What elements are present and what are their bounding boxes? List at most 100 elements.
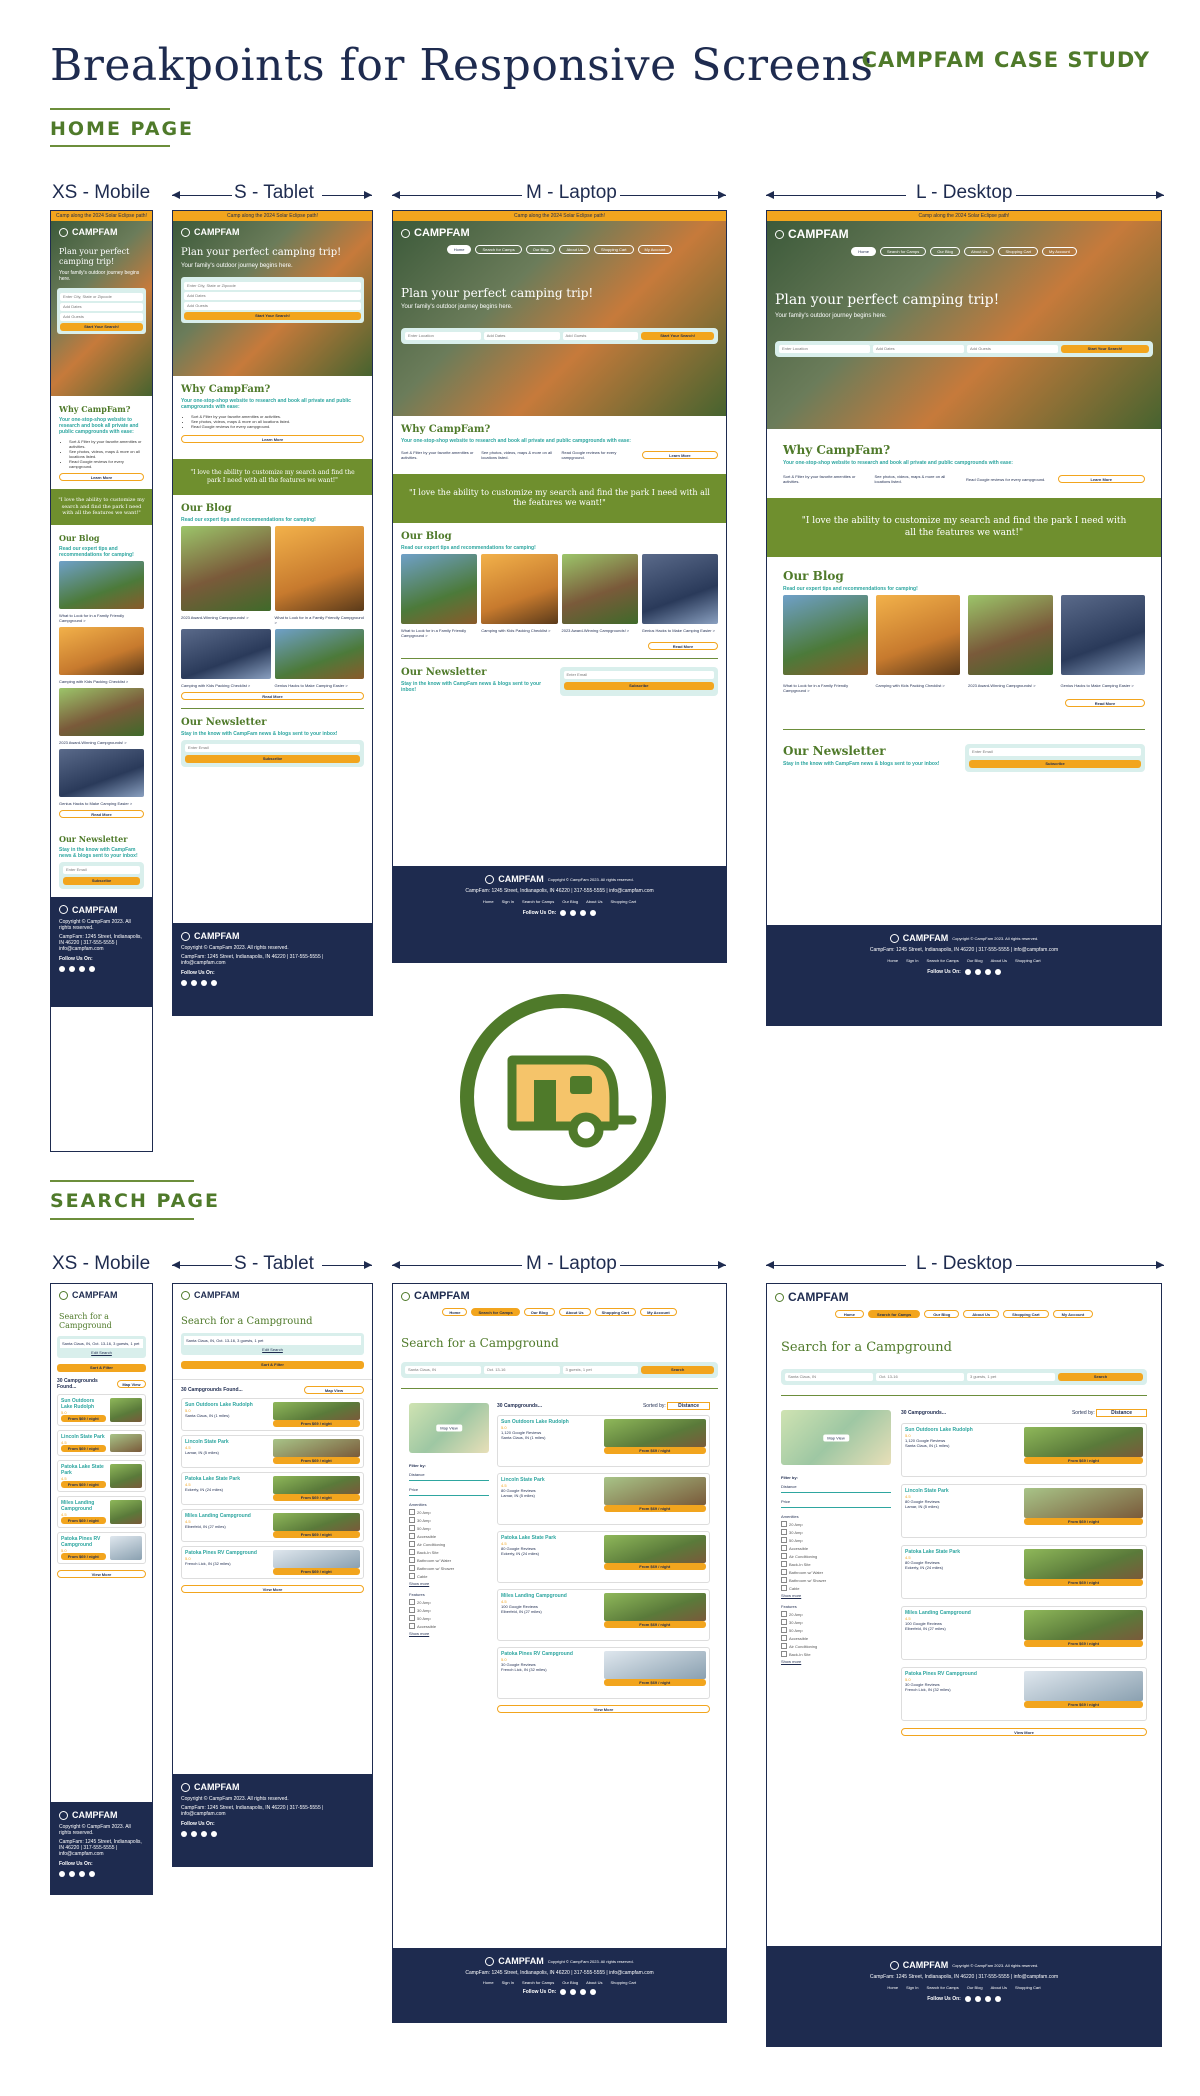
- footer-link[interactable]: About Us: [991, 958, 1007, 963]
- amenity-checkbox[interactable]: Accessible: [781, 1545, 891, 1551]
- amenity-checkbox[interactable]: 50 Amp: [781, 1537, 891, 1543]
- feature-checkbox[interactable]: Air Conditioning: [781, 1643, 891, 1649]
- email-field[interactable]: Enter Email: [969, 748, 1141, 757]
- blog-post-link[interactable]: What to Look for in a Family Friendly Ca…: [783, 683, 868, 693]
- subscribe-button[interactable]: Subscribe: [563, 681, 714, 690]
- blog-post-link[interactable]: Genius Hacks to Make Camping Easier >: [59, 801, 144, 806]
- blog-post-link[interactable]: 2023 Award-Winning Campgrounds! >: [968, 683, 1053, 693]
- nav-blog[interactable]: Our Blog: [525, 245, 556, 254]
- blog-thumb[interactable]: [968, 595, 1053, 676]
- pinterest-icon[interactable]: [994, 969, 1001, 975]
- result-card[interactable]: Miles Landing Campground 4.5 Elberfeld, IN…: [181, 1509, 364, 1542]
- logo[interactable]: CAMPFAM: [414, 1290, 470, 1302]
- result-card[interactable]: Patoka Lake State Park 4.5 Eckerty, IN (24…: [181, 1472, 364, 1505]
- footer-link[interactable]: Our Blog: [967, 1985, 983, 1990]
- map-view-button[interactable]: Map View: [116, 1380, 146, 1388]
- email-field[interactable]: Enter Email: [63, 865, 140, 874]
- blog-post-link[interactable]: 2023 Award-Winning Campgrounds! >: [59, 740, 144, 745]
- x-icon[interactable]: [984, 969, 991, 975]
- price-slider[interactable]: [781, 1507, 891, 1508]
- feature-checkbox[interactable]: 50 Amp: [409, 1615, 489, 1621]
- blog-thumb[interactable]: [59, 560, 144, 609]
- result-card[interactable]: Patoka Lake State Park 4.5 80 Google Revie…: [901, 1545, 1147, 1599]
- nav-home[interactable]: Home: [446, 245, 472, 254]
- blog-thumb[interactable]: [875, 595, 960, 676]
- footer-link[interactable]: Search for Camps: [927, 958, 959, 963]
- result-card[interactable]: Patoka Pines RV Campground 5.0 30 Google R…: [901, 1667, 1147, 1721]
- pinterest-icon[interactable]: [211, 980, 217, 986]
- map-thumb[interactable]: Map View: [781, 1410, 891, 1465]
- search-button[interactable]: Search: [1058, 1373, 1143, 1381]
- nav-account[interactable]: My Account: [1052, 1310, 1094, 1318]
- result-card[interactable]: Lincoln State Park 4.5 80 Google Reviews La…: [497, 1473, 710, 1525]
- footer-link[interactable]: Sign In: [502, 1980, 514, 1985]
- amenity-checkbox[interactable]: Bathroom w/ Water: [409, 1557, 489, 1563]
- facebook-icon[interactable]: [181, 1831, 187, 1837]
- blog-post-link[interactable]: Genius Hacks to Make Camping Easier >: [1061, 683, 1146, 693]
- footer-link[interactable]: About Us: [586, 1980, 602, 1985]
- nav-cart[interactable]: Shopping Cart: [1003, 1310, 1049, 1318]
- footer-link[interactable]: Shopping Cart: [1015, 1985, 1041, 1990]
- facebook-icon[interactable]: [59, 965, 65, 972]
- feature-checkbox[interactable]: Back-In Site: [781, 1651, 891, 1657]
- learn-more-button[interactable]: Learn More: [59, 473, 144, 481]
- show-more-link[interactable]: Show more: [781, 1593, 891, 1598]
- dates-field[interactable]: Add Dates: [184, 292, 361, 300]
- footer-link[interactable]: Sign In: [502, 899, 514, 904]
- feature-checkbox[interactable]: 30 Amp: [409, 1607, 489, 1613]
- facebook-icon[interactable]: [964, 969, 971, 975]
- feature-checkbox[interactable]: 20 Amp: [409, 1599, 489, 1605]
- result-card[interactable]: Patoka Lake State Park 4.5 80 Google Revie…: [497, 1531, 710, 1583]
- nav-blog[interactable]: Our Blog: [930, 247, 960, 256]
- nav-about[interactable]: About Us: [558, 1308, 591, 1316]
- feature-checkbox[interactable]: 50 Amp: [781, 1627, 891, 1633]
- email-field[interactable]: Enter Email: [185, 743, 360, 752]
- guests-field[interactable]: 3 guests, 1 pet: [967, 1373, 1055, 1381]
- result-card[interactable]: Patoka Pines RV Campground 5.0 French Lick…: [181, 1546, 364, 1579]
- amenity-checkbox[interactable]: Bathroom w/ Water: [781, 1569, 891, 1575]
- map-thumb[interactable]: Map View: [409, 1403, 489, 1453]
- blog-post-link[interactable]: Camping with Kids Packing Checklist >: [481, 628, 557, 638]
- footer-link[interactable]: Our Blog: [562, 1980, 578, 1985]
- nav-account[interactable]: My Account: [640, 1308, 677, 1316]
- amenity-checkbox[interactable]: Back-In Site: [409, 1549, 489, 1555]
- guests-field[interactable]: Add Guests: [60, 313, 143, 322]
- instagram-icon[interactable]: [191, 980, 197, 986]
- amenity-checkbox[interactable]: 30 Amp: [781, 1529, 891, 1535]
- footer-link[interactable]: Search for Camps: [522, 899, 554, 904]
- guests-field[interactable]: Add Guests: [967, 344, 1058, 353]
- location-field[interactable]: Enter City, State or Zipcode: [60, 293, 143, 302]
- blog-post-link[interactable]: What to Look for in a Family Friendly Ca…: [59, 613, 144, 623]
- blog-post-link[interactable]: Genius Hacks to Make Camping Easier >: [642, 628, 718, 638]
- amenity-checkbox[interactable]: Air Conditioning: [409, 1541, 489, 1547]
- footer-link[interactable]: Shopping Cart: [611, 899, 637, 904]
- show-more-link[interactable]: Show more: [409, 1581, 489, 1586]
- feature-checkbox[interactable]: 30 Amp: [781, 1619, 891, 1625]
- footer-link[interactable]: Sign In: [906, 1985, 918, 1990]
- blog-thumb[interactable]: [274, 525, 364, 611]
- feature-checkbox[interactable]: 20 Amp: [781, 1611, 891, 1617]
- sort-filter-button[interactable]: Sort & Filter: [181, 1361, 364, 1369]
- nav-account[interactable]: My Account: [1042, 247, 1077, 256]
- footer-link[interactable]: About Us: [586, 899, 602, 904]
- location-field[interactable]: Enter Location: [779, 344, 870, 353]
- nav-home[interactable]: Home: [851, 247, 876, 256]
- nav-account[interactable]: My Account: [637, 245, 673, 254]
- distance-slider[interactable]: [409, 1480, 489, 1481]
- amenity-checkbox[interactable]: Back-In Site: [781, 1561, 891, 1567]
- nav-home[interactable]: Home: [442, 1308, 468, 1316]
- learn-more-button[interactable]: Learn More: [641, 451, 718, 459]
- nav-about[interactable]: About Us: [963, 1310, 1000, 1318]
- blog-thumb[interactable]: [59, 626, 144, 675]
- nav-cart[interactable]: Shopping Cart: [593, 245, 634, 254]
- x-icon[interactable]: [79, 965, 85, 972]
- amenity-checkbox[interactable]: 50 Amp: [409, 1525, 489, 1531]
- nav-search[interactable]: Search for Camps: [879, 247, 927, 256]
- footer-link[interactable]: Our Blog: [562, 899, 578, 904]
- read-more-button[interactable]: Read More: [1065, 699, 1145, 708]
- result-card[interactable]: Sun Outdoors Lake Rudolph 5.0 1,120 Google…: [497, 1415, 710, 1467]
- footer-link[interactable]: Search for Camps: [522, 1980, 554, 1985]
- sort-select[interactable]: Distance: [667, 1402, 710, 1410]
- dates-field[interactable]: Oct. 13-16: [483, 1366, 560, 1374]
- x-icon[interactable]: [79, 1871, 85, 1877]
